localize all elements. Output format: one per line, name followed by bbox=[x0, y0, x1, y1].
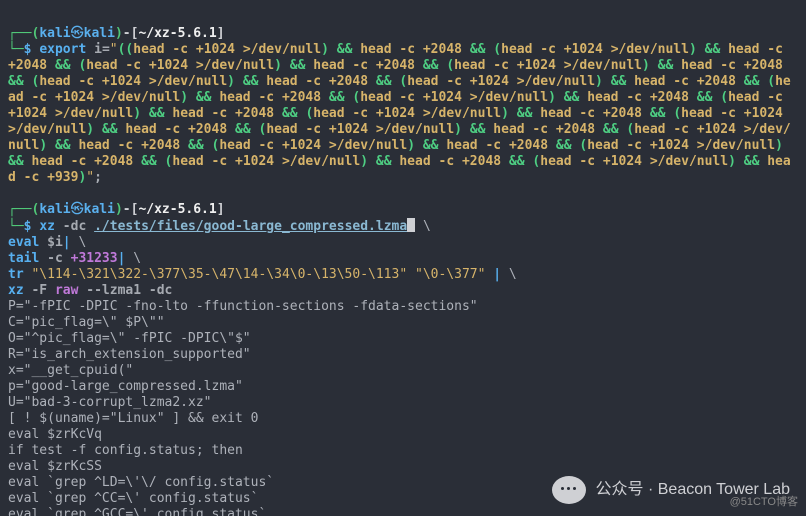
cursor-icon bbox=[407, 218, 415, 232]
wechat-icon bbox=[552, 476, 586, 504]
pipe-icon: | bbox=[63, 235, 71, 250]
line-continuation: \ bbox=[415, 219, 431, 234]
pipeline-cmd-3[interactable]: tail -c +31233 bbox=[8, 251, 118, 266]
terminal[interactable]: ┌──(kali㉿kali)-[~/xz-5.6.1] └─$ export i… bbox=[0, 0, 806, 516]
prompt-line-2: └─$ bbox=[8, 42, 39, 57]
pipeline-cmd-4[interactable]: tr "\114-\321\322-\377\35-\47\14-\34\0-\… bbox=[8, 267, 485, 282]
output-block: P="-fPIC -DPIC -fno-lto -ffunction-secti… bbox=[8, 299, 478, 516]
export-payload: ((head -c +1024 >/dev/null) && head -c +… bbox=[8, 42, 791, 185]
pipeline-cmd-2[interactable]: eval $i bbox=[8, 235, 63, 250]
export-command[interactable]: export i="((head -c +1024 >/dev/null) &&… bbox=[8, 42, 791, 185]
prompt-line-1: ┌──(kali㉿kali)-[~/xz-5.6.1] bbox=[8, 26, 225, 41]
prompt2-line-2: └─$ bbox=[8, 219, 39, 234]
line-continuation: \ bbox=[71, 235, 87, 250]
line-continuation: \ bbox=[501, 267, 517, 282]
pipeline-cmd-1[interactable]: xz -dc ./tests/files/good-large_compress… bbox=[39, 219, 407, 234]
pipe-icon: | bbox=[493, 267, 501, 282]
prompt2-line-1: ┌──(kali㉿kali)-[~/xz-5.6.1] bbox=[8, 202, 225, 217]
line-continuation: \ bbox=[125, 251, 141, 266]
pipeline-cmd-5[interactable]: xz -F raw --lzma1 -dc bbox=[8, 283, 172, 298]
watermark-corner: @51CTO博客 bbox=[730, 494, 798, 510]
